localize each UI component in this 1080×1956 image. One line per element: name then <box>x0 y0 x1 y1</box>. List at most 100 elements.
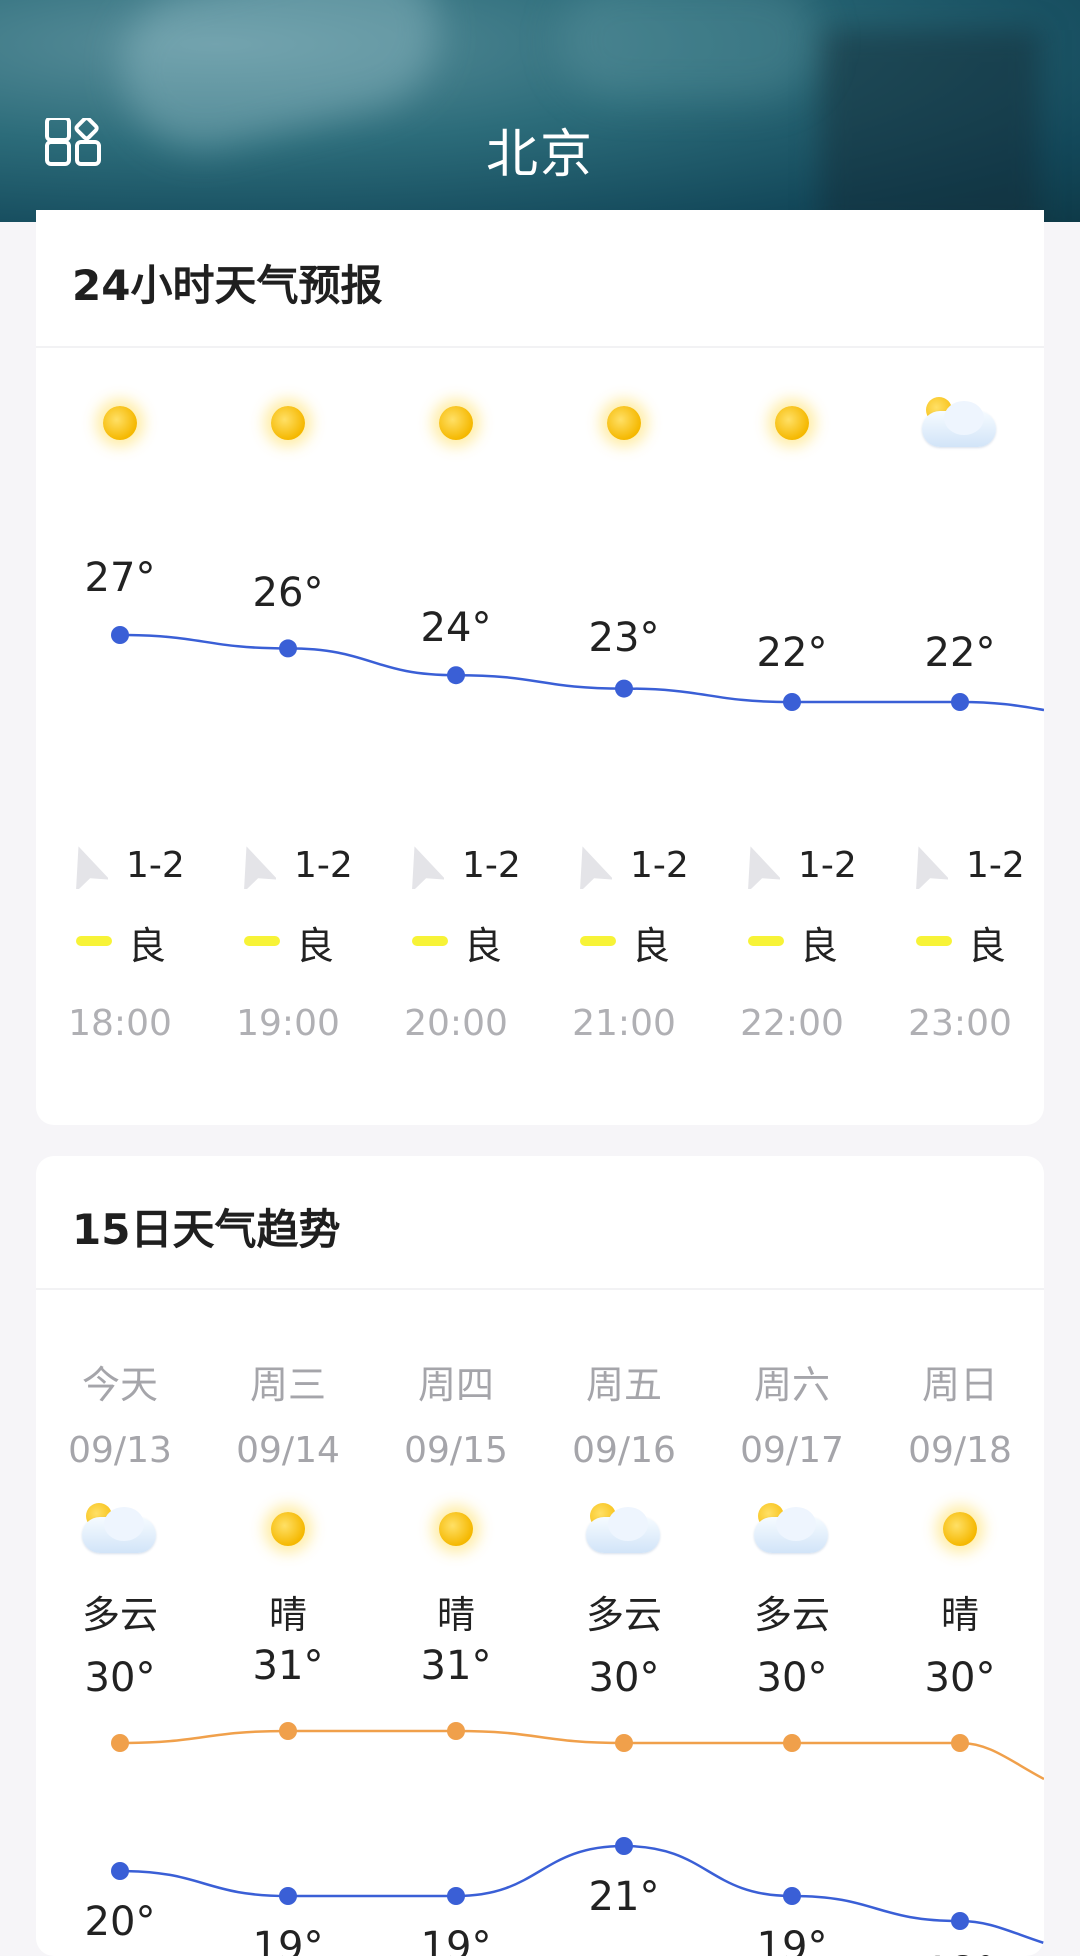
hourly-forecast-card: 24小时天气预报 27° 1-2 良 18:00 26° 1-2 良 19:00 24° 1-2 良… <box>36 210 1044 1125</box>
day-name: 周三 <box>249 1363 326 1407</box>
wind-level: 1-2 <box>294 845 353 886</box>
daily-high-temp: 31° <box>420 1643 492 1689</box>
day-name: 周日 <box>921 1363 998 1407</box>
day-date: 09/15 <box>404 1430 508 1471</box>
daily-low-point <box>783 1887 801 1905</box>
daily-low-temp: 19° <box>756 1924 828 1956</box>
wind-info: 1-2 <box>904 843 1044 893</box>
hourly-temp-label: 26° <box>252 570 324 616</box>
wind-direction-icon <box>243 846 276 889</box>
day-date: 09/16 <box>572 1430 676 1471</box>
sun-icon <box>943 1512 977 1546</box>
weather-condition: 多云 <box>81 1593 158 1637</box>
daily-high-point <box>111 1734 129 1752</box>
aqi-indicator <box>916 936 952 946</box>
daily-temperature-curve <box>111 1722 1044 1945</box>
wind-level: 1-2 <box>966 845 1025 886</box>
weather-condition: 晴 <box>268 1593 307 1637</box>
daily-high-point <box>447 1722 465 1740</box>
daily-high-line <box>119 1729 1044 1781</box>
day-date: 09/18 <box>908 1430 1012 1471</box>
hourly-temp-point <box>447 666 465 685</box>
hourly-temp-point <box>951 693 969 711</box>
city-title[interactable]: 北京 <box>0 112 1080 187</box>
sun-icon <box>271 406 305 440</box>
hourly-temp-point <box>279 639 297 658</box>
daily-high-point <box>783 1734 801 1752</box>
wind-level: 1-2 <box>798 845 857 886</box>
weather-condition: 晴 <box>436 1593 475 1637</box>
sun-icon <box>607 406 641 440</box>
hourly-temp-point <box>111 626 129 644</box>
hourly-temp-label: 24° <box>420 605 492 651</box>
aqi-label: 良 <box>632 924 671 968</box>
daily-high-temp: 30° <box>756 1655 828 1701</box>
sun-icon <box>271 1512 305 1546</box>
aqi-indicator <box>412 936 448 946</box>
daily-high-temp: 30° <box>84 1655 156 1701</box>
hourly-time: 21:00 <box>572 1003 676 1044</box>
weather-condition: 多云 <box>585 1593 662 1637</box>
daily-low-temp: 18° <box>876 1949 1044 1956</box>
daily-trend-card: 15日天气趋势 今天 09/13 多云 30° 20° 周三 09/14 晴 31° 19° 周四 0… <box>36 1156 1044 1956</box>
daily-high-point <box>279 1722 297 1740</box>
aqi-label: 良 <box>296 924 335 968</box>
hourly-temp-label: 23° <box>588 615 660 661</box>
weather-condition: 多云 <box>753 1593 830 1637</box>
aqi-indicator <box>748 936 784 946</box>
aqi-label: 良 <box>968 924 1007 968</box>
daily-high-point <box>951 1734 969 1752</box>
aqi-label: 良 <box>128 924 167 968</box>
hourly-temp-label: 22° <box>924 630 996 676</box>
hourly-temp-point <box>615 679 633 698</box>
hourly-temp-label: 22° <box>756 630 828 676</box>
hourly-time: 23:00 <box>908 1003 1012 1044</box>
sun-icon <box>439 1512 473 1546</box>
partly-cloudy-icon <box>922 395 998 451</box>
daily-high-temp: 31° <box>252 1643 324 1689</box>
header: 北京 <box>0 0 1080 222</box>
daily-high-temp: 30° <box>924 1655 996 1701</box>
wind-direction-icon <box>915 846 948 889</box>
hourly-time: 20:00 <box>404 1003 508 1044</box>
wind-direction-icon <box>579 846 612 889</box>
hourly-time: 18:00 <box>68 1003 172 1044</box>
day-date: 09/13 <box>68 1430 172 1471</box>
wind-info: 1-2 <box>736 843 886 893</box>
aqi-indicator <box>76 936 112 946</box>
wind-direction-icon <box>747 846 780 889</box>
wind-info: 1-2 <box>400 843 550 893</box>
wind-direction-icon <box>75 846 108 889</box>
daily-low-temp: 21° <box>588 1874 660 1920</box>
aqi-label: 良 <box>464 924 503 968</box>
aqi-indicator <box>580 936 616 946</box>
day-name: 周五 <box>585 1363 662 1407</box>
daily-low-point <box>279 1887 297 1905</box>
wind-level: 1-2 <box>462 845 521 886</box>
hourly-temp-point <box>783 693 801 711</box>
daily-high-temp: 30° <box>588 1655 660 1701</box>
hourly-time: 22:00 <box>740 1003 844 1044</box>
partly-cloudy-icon <box>586 1501 662 1557</box>
hourly-temp-label: 27° <box>84 555 156 601</box>
wind-level: 1-2 <box>630 845 689 886</box>
day-date: 09/14 <box>236 1430 340 1471</box>
wind-info: 1-2 <box>232 843 382 893</box>
wind-level: 1-2 <box>126 845 185 886</box>
daily-low-point <box>951 1912 969 1930</box>
daily-low-point <box>447 1887 465 1905</box>
day-date: 09/17 <box>740 1430 844 1471</box>
daily-high-point <box>615 1734 633 1752</box>
aqi-indicator <box>244 936 280 946</box>
partly-cloudy-icon <box>754 1501 830 1557</box>
wind-info: 1-2 <box>568 843 718 893</box>
sun-icon <box>103 406 137 440</box>
daily-low-temp: 20° <box>84 1899 156 1945</box>
day-name: 周四 <box>417 1363 494 1407</box>
daily-low-temp: 19° <box>420 1924 492 1956</box>
weather-condition: 晴 <box>940 1593 979 1637</box>
day-name: 周六 <box>753 1363 830 1407</box>
wind-direction-icon <box>411 846 444 889</box>
daily-low-point <box>111 1862 129 1880</box>
day-name: 今天 <box>81 1363 158 1407</box>
